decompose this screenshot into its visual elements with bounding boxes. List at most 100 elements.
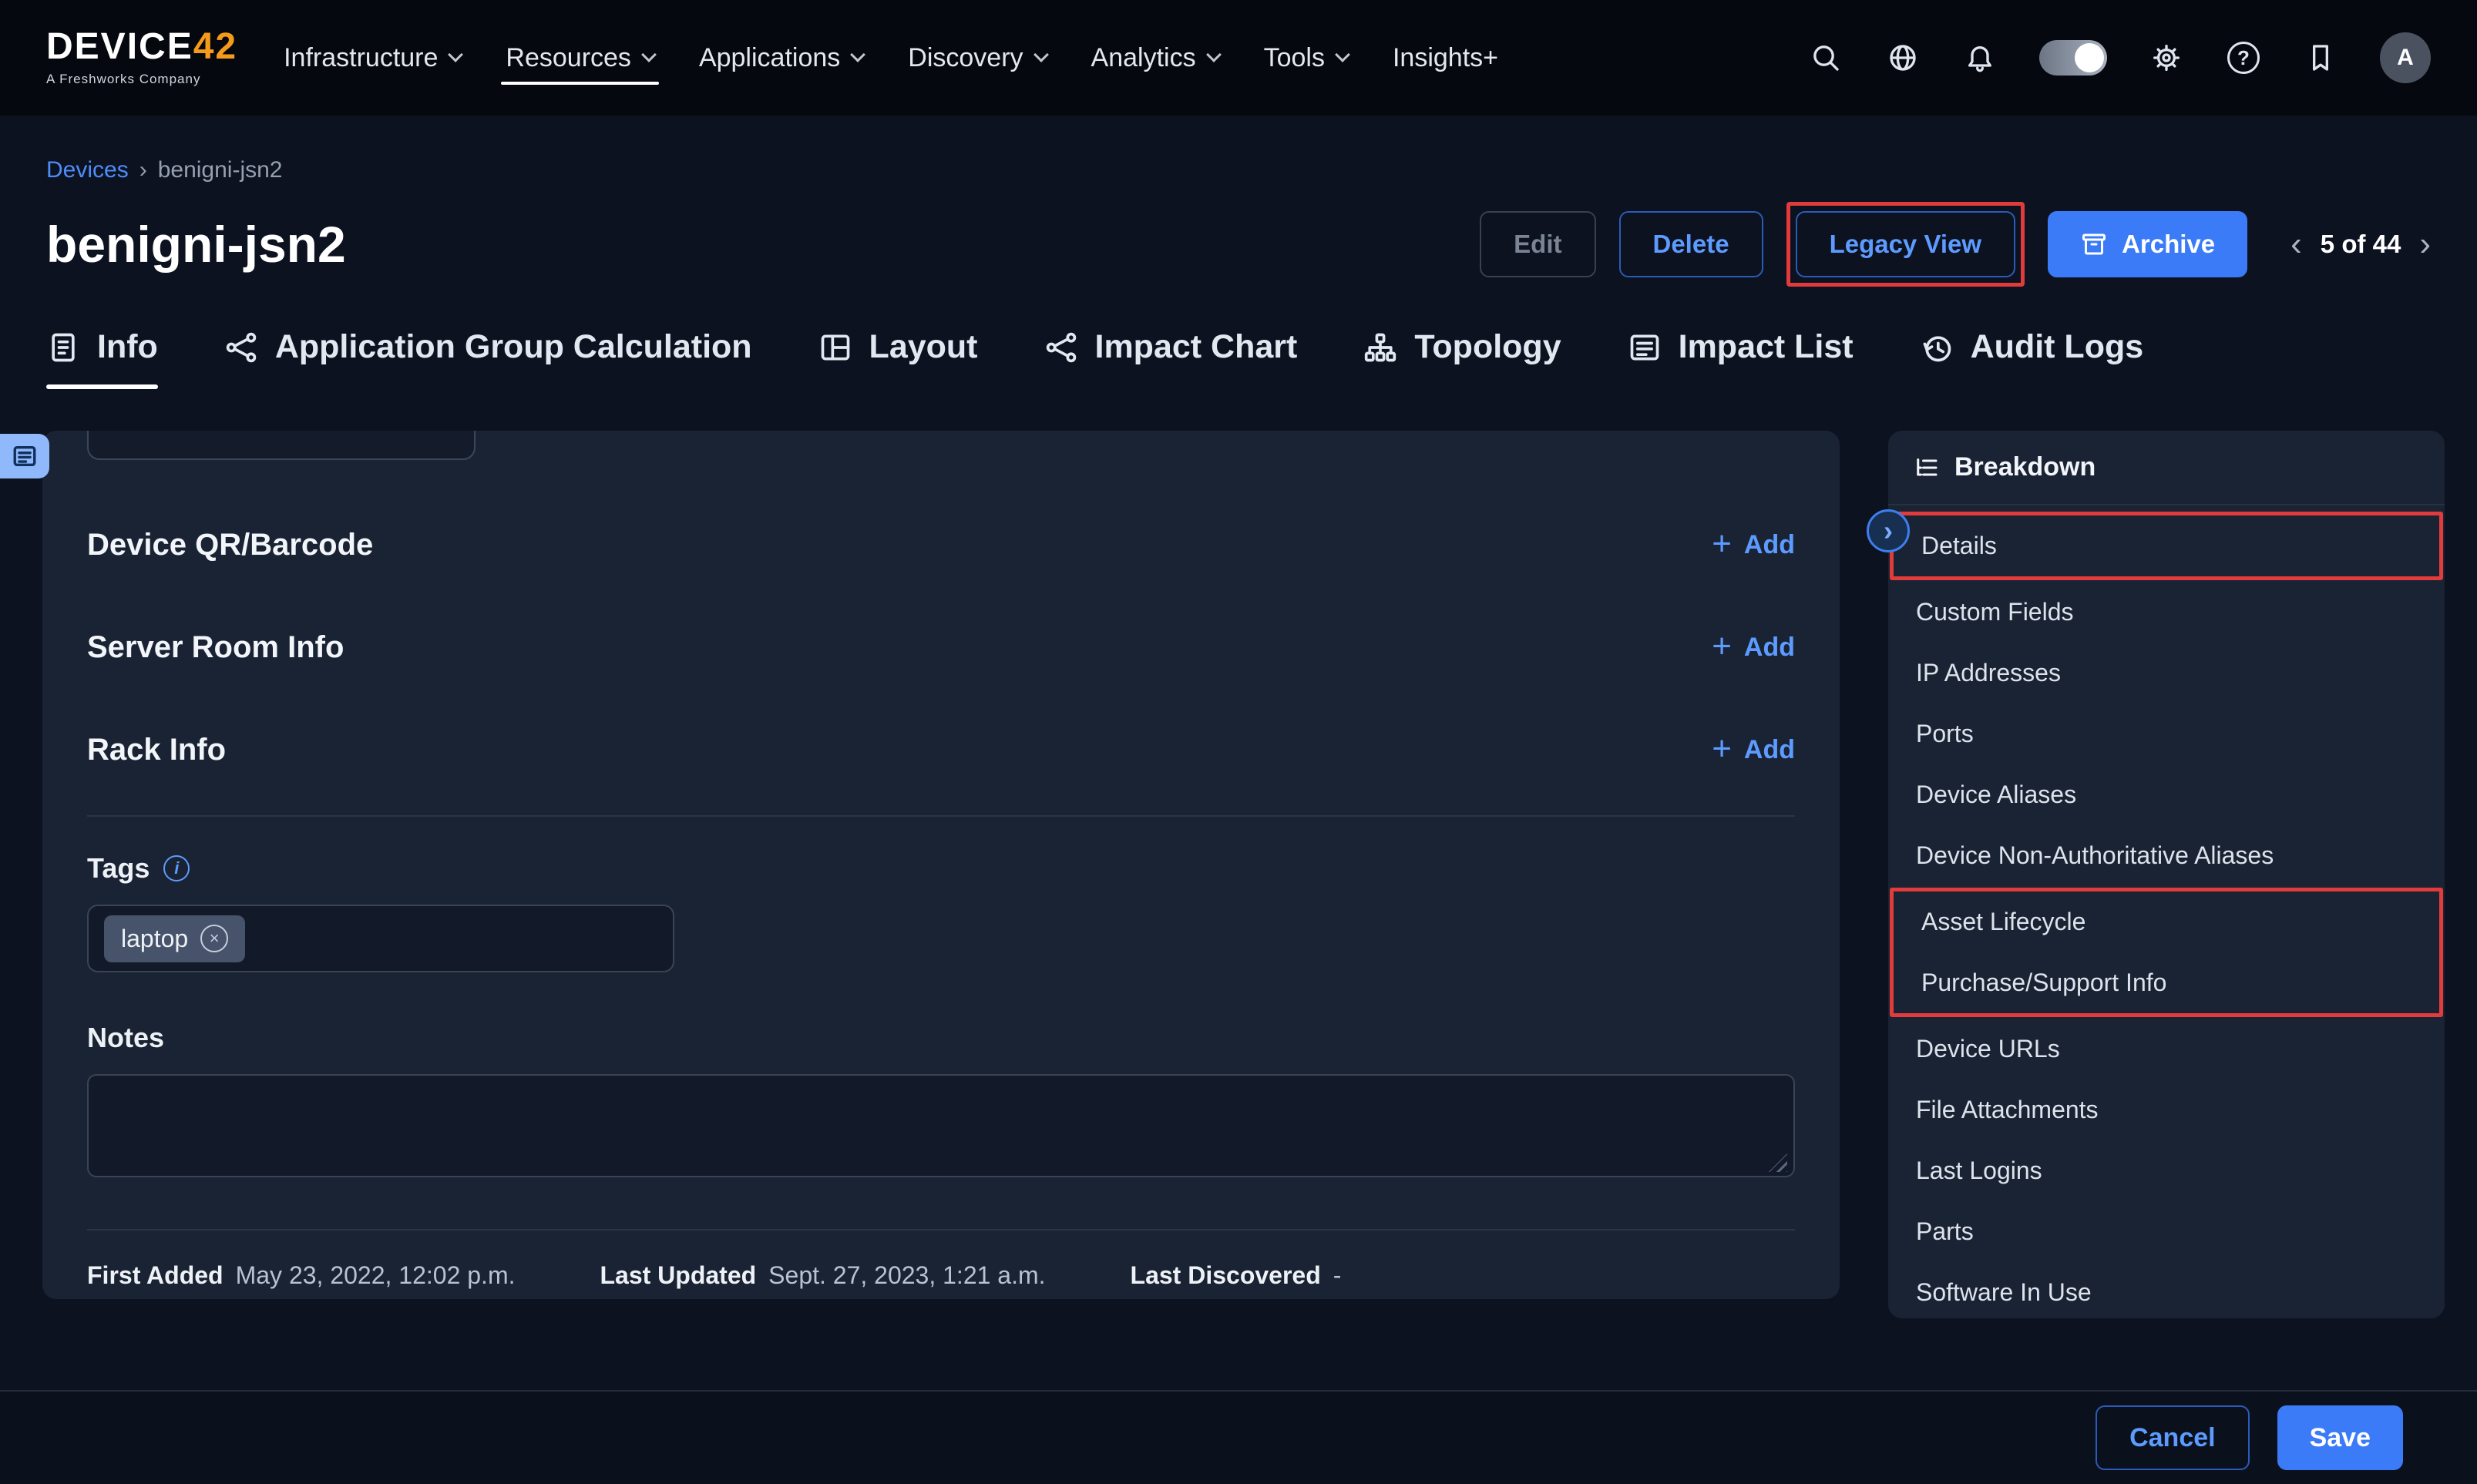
chevron-down-icon (1033, 47, 1049, 62)
bookmark-icon[interactable] (2303, 40, 2338, 76)
share-icon (1044, 331, 1078, 364)
save-button[interactable]: Save (2277, 1405, 2403, 1470)
main-nav: Infrastructure Resources Applications Di… (284, 0, 1498, 116)
edit-button[interactable]: Edit (1480, 211, 1595, 277)
plus-icon: + (1712, 732, 1732, 766)
chevron-down-icon (850, 47, 865, 62)
layout-icon (818, 331, 852, 364)
list-tree-icon (1913, 454, 1941, 482)
breakdown-item-ip-addresses[interactable]: IP Addresses (1888, 643, 2445, 703)
navbar-utilities: ? A (1808, 32, 2431, 83)
toggle-knob (2075, 43, 2104, 72)
tags-input[interactable]: laptop × (87, 905, 674, 972)
list-icon (1628, 331, 1662, 364)
divider (87, 1229, 1795, 1231)
breakdown-header: Breakdown (1888, 431, 2445, 505)
chevron-down-icon (1335, 47, 1350, 62)
first-added: First Added May 23, 2022, 12:02 p.m. (87, 1261, 515, 1290)
archive-button[interactable]: Archive (2048, 211, 2247, 277)
tab-application-group-calculation[interactable]: Application Group Calculation (224, 328, 752, 389)
breakdown-item-ports[interactable]: Ports (1888, 703, 2445, 764)
breakdown-item-last-logins[interactable]: Last Logins (1888, 1140, 2445, 1201)
bell-icon[interactable] (1962, 40, 1998, 76)
nav-item-infrastructure[interactable]: Infrastructure (284, 0, 461, 116)
tab-impact-chart[interactable]: Impact Chart (1044, 328, 1298, 389)
last-discovered: Last Discovered - (1131, 1261, 1342, 1290)
hierarchy-icon (1363, 331, 1397, 364)
tab-audit-logs[interactable]: Audit Logs (1920, 328, 2144, 389)
breakdown-item-custom-fields[interactable]: Custom Fields (1888, 582, 2445, 643)
add-rack-button[interactable]: + Add (1712, 735, 1795, 766)
nav-item-analytics[interactable]: Analytics (1091, 0, 1219, 116)
tab-topology[interactable]: Topology (1363, 328, 1561, 389)
help-icon[interactable]: ? (2226, 40, 2261, 76)
chevron-down-icon (1206, 47, 1222, 62)
divider (87, 815, 1795, 817)
breakdown-item-device-aliases[interactable]: Device Aliases (1888, 764, 2445, 825)
breakdown-item-parts[interactable]: Parts (1888, 1201, 2445, 1262)
tags-label: Tags (87, 852, 150, 885)
action-buttons: Edit Delete Legacy View Archive ‹ 5 of 4… (1480, 202, 2431, 287)
info-panel: Device QR/Barcode + Add Server Room Info… (42, 431, 1840, 1299)
section-title: Device QR/Barcode (87, 528, 373, 562)
search-icon[interactable] (1808, 40, 1843, 76)
legacy-view-button[interactable]: Legacy View (1796, 211, 2016, 277)
notes-textarea[interactable] (87, 1074, 1795, 1177)
breakdown-item-device-urls[interactable]: Device URLs (1888, 1019, 2445, 1079)
breadcrumb-current: benigni-jsn2 (158, 157, 283, 183)
side-panel-toggle[interactable] (0, 434, 49, 478)
archive-icon (2080, 230, 2108, 258)
gear-icon[interactable] (2149, 40, 2184, 76)
nav-item-applications[interactable]: Applications (699, 0, 863, 116)
add-server-room-button[interactable]: + Add (1712, 633, 1795, 663)
history-icon (1920, 331, 1954, 364)
next-record-icon[interactable]: › (2419, 227, 2431, 261)
device42-logo[interactable]: DEVICE42 A Freshworks Company (46, 29, 237, 87)
pager-text: 5 of 44 (2321, 230, 2401, 259)
theme-toggle[interactable] (2039, 40, 2107, 76)
breakdown-panel: › Breakdown Details Custom Fields IP Add… (1888, 431, 2445, 1318)
truncated-input[interactable] (87, 431, 476, 460)
chevron-down-icon (641, 47, 657, 62)
page-header: Devices › benigni-jsn2 benigni-jsn2 Edit… (0, 116, 2477, 287)
breadcrumb-separator: › (139, 157, 147, 183)
section-server-room-info: Server Room Info + Add (87, 630, 1795, 665)
nav-item-insights[interactable]: Insights+ (1393, 0, 1498, 116)
prev-record-icon[interactable]: ‹ (2290, 227, 2302, 261)
nav-item-discovery[interactable]: Discovery (908, 0, 1046, 116)
breakdown-items: Details Custom Fields IP Addresses Ports… (1888, 505, 2445, 1323)
collapse-panel-button[interactable]: › (1867, 509, 1910, 552)
breakdown-item-purchase-support-info[interactable]: Purchase/Support Info (1894, 952, 2439, 1013)
cancel-button[interactable]: Cancel (2096, 1405, 2250, 1470)
tab-info[interactable]: Info (46, 328, 158, 389)
tab-layout[interactable]: Layout (818, 328, 978, 389)
breakdown-item-details[interactable]: Details (1894, 515, 2439, 576)
nav-item-resources[interactable]: Resources (506, 0, 654, 116)
list-panel-icon (12, 443, 38, 469)
remove-tag-icon[interactable]: × (200, 925, 228, 952)
last-updated: Last Updated Sept. 27, 2023, 1:21 a.m. (600, 1261, 1045, 1290)
nav-item-tools[interactable]: Tools (1264, 0, 1348, 116)
document-icon (46, 331, 80, 364)
record-meta: First Added May 23, 2022, 12:02 p.m. Las… (87, 1261, 1795, 1290)
avatar[interactable]: A (2380, 32, 2431, 83)
plus-icon: + (1712, 527, 1732, 561)
notes-label: Notes (87, 1022, 1795, 1054)
breadcrumb-devices-link[interactable]: Devices (46, 157, 129, 183)
globe-icon[interactable] (1885, 40, 1921, 76)
section-rack-info: Rack Info + Add (87, 733, 1795, 767)
annotation-box-details: Details (1890, 512, 2443, 580)
breakdown-item-asset-lifecycle[interactable]: Asset Lifecycle (1894, 891, 2439, 952)
breakdown-item-file-attachments[interactable]: File Attachments (1888, 1079, 2445, 1140)
breakdown-item-software-in-use[interactable]: Software In Use (1888, 1262, 2445, 1323)
content-area: Device QR/Barcode + Add Server Room Info… (0, 389, 2477, 1392)
logo-text: DEVICE42 (46, 29, 237, 65)
breakdown-item-device-non-authoritative-aliases[interactable]: Device Non-Authoritative Aliases (1888, 825, 2445, 886)
add-qr-barcode-button[interactable]: + Add (1712, 530, 1795, 561)
tab-impact-list[interactable]: Impact List (1628, 328, 1854, 389)
info-icon[interactable]: i (163, 855, 190, 881)
record-pager: ‹ 5 of 44 › (2290, 227, 2431, 261)
device-tabs: Info Application Group Calculation Layou… (0, 328, 2477, 389)
page-title: benigni-jsn2 (46, 217, 346, 273)
delete-button[interactable]: Delete (1619, 211, 1763, 277)
